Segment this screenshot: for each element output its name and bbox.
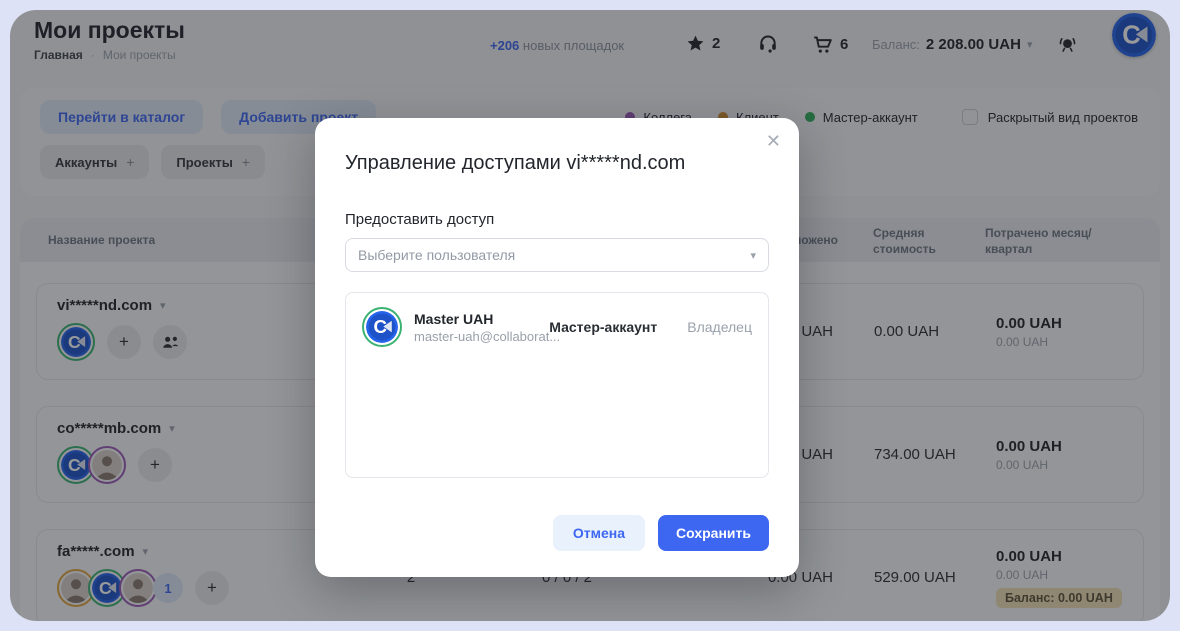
user-email: master-uah@collaborat... xyxy=(414,328,561,344)
app-window: Мои проекты Главная · Мои проекты +206 н… xyxy=(10,10,1170,621)
cancel-button[interactable]: Отмена xyxy=(552,515,646,551)
user-role: Мастер-аккаунт xyxy=(549,319,658,335)
select-placeholder: Выберите пользователя xyxy=(358,247,516,263)
modal-title: Управление доступами vi*****nd.com xyxy=(345,152,686,174)
avatar xyxy=(362,307,402,347)
close-icon[interactable]: ✕ xyxy=(766,132,781,150)
modal-footer: Отмена Сохранить xyxy=(552,515,769,551)
user-select[interactable]: Выберите пользователя ▾ xyxy=(345,238,769,272)
grant-access-label: Предоставить доступ xyxy=(345,211,495,228)
chevron-down-icon: ▾ xyxy=(750,249,756,262)
collaborator-logo xyxy=(366,311,398,343)
user-status: Владелец xyxy=(687,319,752,335)
save-button[interactable]: Сохранить xyxy=(658,515,769,551)
access-management-modal: ✕ Управление доступами vi*****nd.com Пре… xyxy=(315,118,799,577)
access-list-item[interactable]: Master UAH master-uah@collaborat... Маст… xyxy=(362,307,752,347)
user-name: Master UAH xyxy=(414,310,494,327)
access-list: Master UAH master-uah@collaborat... Маст… xyxy=(345,292,769,478)
